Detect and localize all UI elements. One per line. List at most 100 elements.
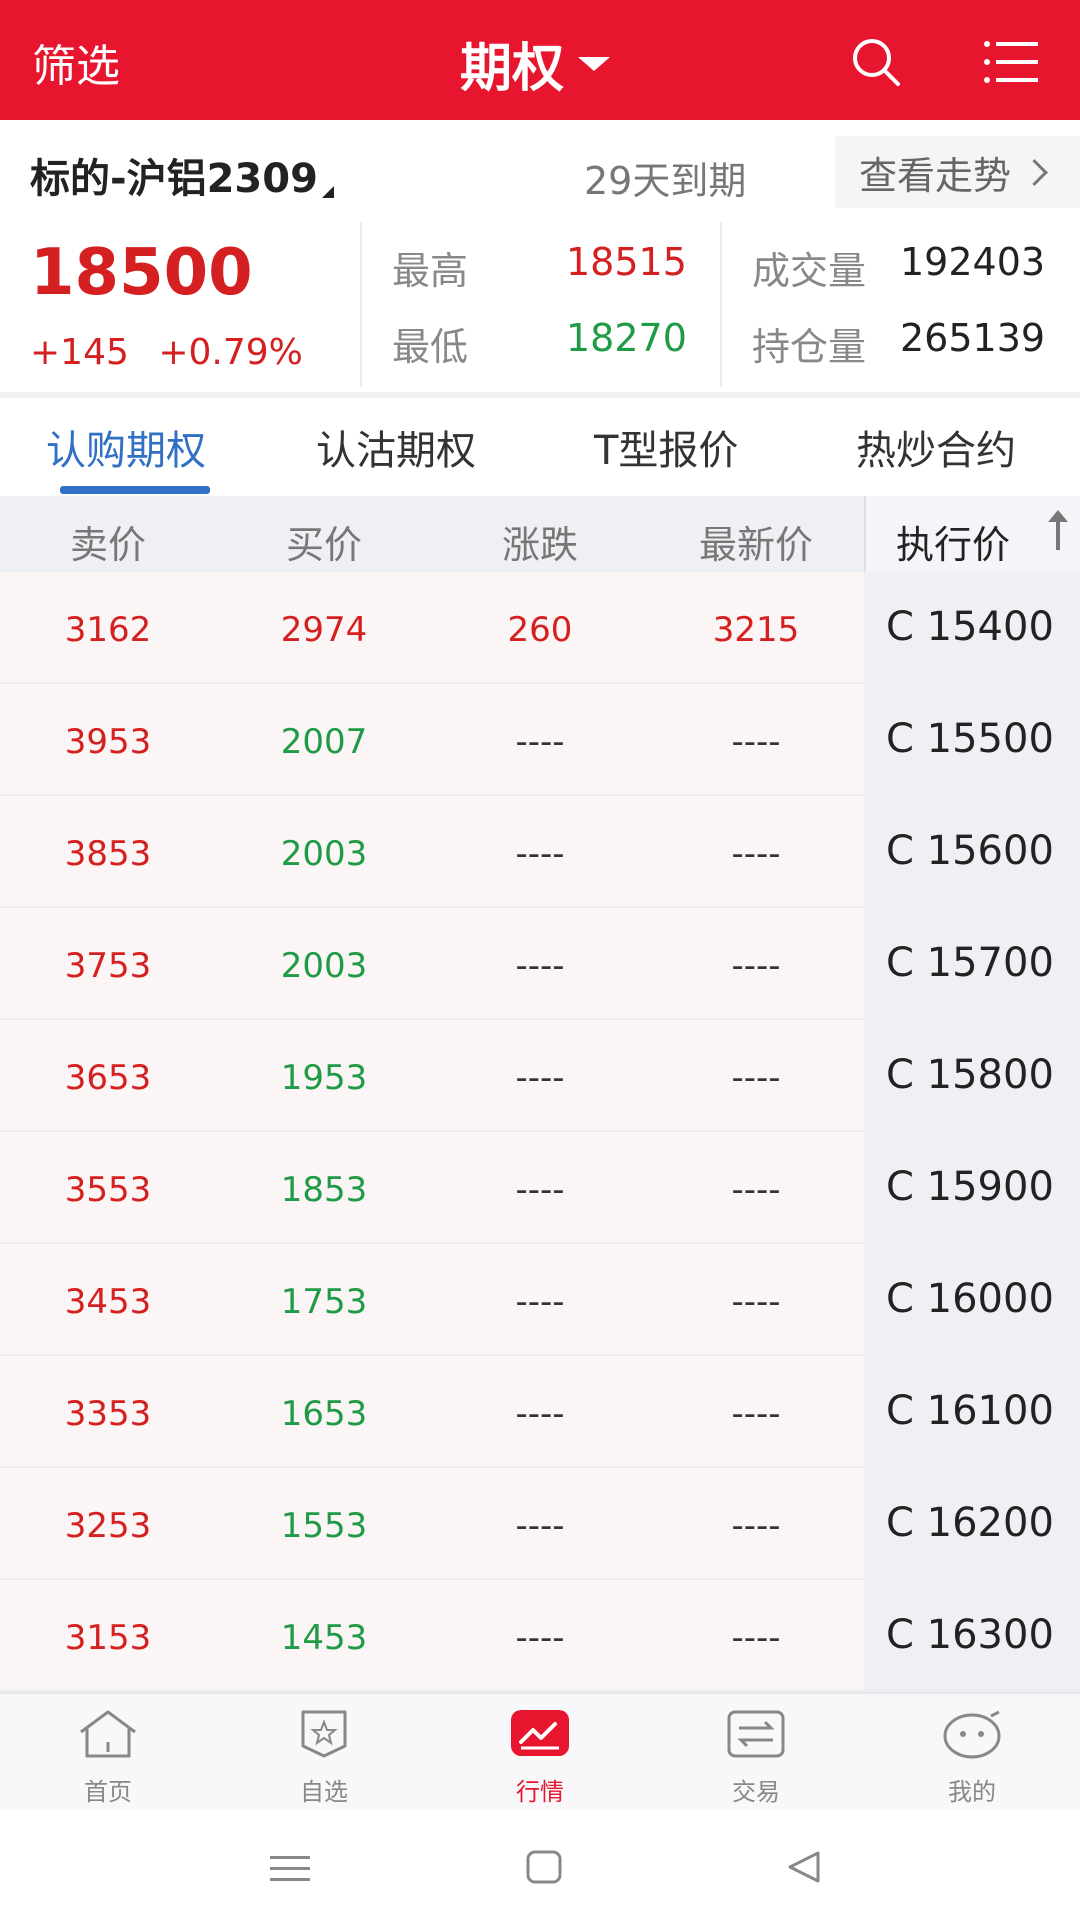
open-interest-label: 持仓量 — [752, 325, 867, 369]
option-tabs: 认购期权 认沽期权 T型报价 热炒合约 — [0, 398, 1080, 496]
table-row[interactable]: 3553 1853 ---- ---- C 15900 — [0, 1132, 1080, 1244]
strike-price-cell: C 15900 — [864, 1132, 1080, 1242]
ask-price-cell: 3853 — [64, 834, 152, 874]
change-cell: ---- — [515, 1618, 565, 1658]
nav-home[interactable]: 首页 — [0, 1708, 216, 1807]
last-price-cell: ---- — [731, 1506, 781, 1546]
nav-watchlist-label: 自选 — [300, 1778, 348, 1806]
change-value: +145 — [30, 332, 129, 373]
volume-value: 192403 — [900, 240, 1046, 284]
nav-profile-label: 我的 — [948, 1778, 996, 1806]
change-cell: ---- — [515, 834, 565, 874]
strike-header-label: 执行价 — [896, 523, 1011, 567]
table-row[interactable]: 3753 2003 ---- ---- C 15700 — [0, 908, 1080, 1020]
tab-call-options[interactable]: 认购期权 — [46, 418, 206, 476]
underlying-selector[interactable]: 标的-沪铝2309 — [30, 146, 334, 204]
open-interest-value: 265139 — [900, 316, 1046, 360]
column-header-ask[interactable]: 卖价 — [0, 514, 216, 569]
ask-price-cell: 3753 — [64, 946, 152, 986]
tab-t-quote[interactable]: T型报价 — [594, 418, 738, 476]
high-label: 最高 — [392, 249, 469, 293]
nav-profile[interactable]: 我的 — [864, 1708, 1080, 1807]
table-row[interactable]: 3653 1953 ---- ---- C 15800 — [0, 1020, 1080, 1132]
menu-icon[interactable] — [984, 40, 1038, 84]
change-cell: ---- — [515, 1058, 565, 1098]
corner-triangle-icon — [321, 186, 334, 198]
profile-face-icon — [943, 1710, 1001, 1759]
bid-price-cell: 1953 — [280, 1058, 368, 1098]
strike-price-cell: C 15700 — [864, 908, 1080, 1018]
table-row[interactable]: 3853 2003 ---- ---- C 15600 — [0, 796, 1080, 908]
volume-label: 成交量 — [752, 249, 867, 293]
recent-apps-icon[interactable] — [270, 1854, 310, 1884]
chevron-right-icon — [1021, 158, 1048, 186]
quote-panel: 18500 +145 +0.79% 最高 18515 最低 18270 成交量 … — [0, 222, 1080, 394]
nav-watchlist[interactable]: 自选 — [216, 1708, 432, 1807]
last-price-cell: ---- — [731, 1394, 781, 1434]
last-price: 18500 — [30, 236, 253, 310]
tab-hot-contracts[interactable]: 热炒合约 — [856, 418, 1016, 476]
table-row[interactable]: 3953 2007 ---- ---- C 15500 — [0, 684, 1080, 796]
column-header-strike[interactable]: 执行价 — [864, 496, 1080, 572]
bid-price-cell: 1553 — [280, 1506, 368, 1546]
market-chart-icon — [511, 1710, 569, 1756]
table-row[interactable]: 3353 1653 ---- ---- C 16100 — [0, 1356, 1080, 1468]
strike-price-cell: C 16200 — [864, 1468, 1080, 1578]
high-value: 18515 — [566, 240, 687, 284]
strike-price-cell: C 16000 — [864, 1244, 1080, 1354]
exchange-icon — [727, 1710, 785, 1758]
bid-price-cell: 1453 — [280, 1618, 368, 1658]
page-title-dropdown[interactable]: 期权 — [460, 26, 611, 101]
strike-price-cell: C 16100 — [864, 1356, 1080, 1466]
bid-price-cell: 1653 — [280, 1394, 368, 1434]
strike-price-cell: C 15600 — [864, 796, 1080, 906]
strike-price-cell: C 16300 — [864, 1580, 1080, 1690]
ask-price-cell: 3553 — [64, 1170, 152, 1210]
sort-ascending-icon — [1048, 510, 1068, 550]
filter-button[interactable]: 筛选 — [32, 30, 120, 94]
bottom-nav: 首页 自选 行情 交易 我的 — [0, 1692, 1080, 1812]
nav-market[interactable]: 行情 — [432, 1708, 648, 1807]
last-price-cell: 3215 — [712, 610, 800, 650]
tab-put-options[interactable]: 认沽期权 — [316, 418, 476, 476]
ask-price-cell: 3453 — [64, 1282, 152, 1322]
low-value: 18270 — [566, 316, 687, 360]
column-header-bid[interactable]: 买价 — [216, 514, 432, 569]
change-percent: +0.79% — [158, 332, 303, 373]
system-nav-bar — [0, 1810, 1080, 1920]
divider — [720, 222, 722, 387]
search-icon[interactable] — [850, 36, 902, 88]
strike-price-cell: C 15500 — [864, 684, 1080, 794]
change-cell: ---- — [515, 1282, 565, 1322]
change-cell: 260 — [507, 610, 573, 650]
ask-price-cell: 3153 — [64, 1618, 152, 1658]
bid-price-cell: 2974 — [280, 610, 368, 650]
last-price-cell: ---- — [731, 1170, 781, 1210]
last-price-cell: ---- — [731, 1618, 781, 1658]
home-icon — [80, 1710, 136, 1758]
strike-price-cell: C 15800 — [864, 1020, 1080, 1130]
table-row[interactable]: 3253 1553 ---- ---- C 16200 — [0, 1468, 1080, 1580]
last-price-cell: ---- — [731, 834, 781, 874]
star-badge-icon — [301, 1710, 347, 1758]
underlying-name: 标的-沪铝2309 — [30, 156, 318, 202]
table-row[interactable]: 3153 1453 ---- ---- C 16300 — [0, 1580, 1080, 1692]
strike-price-cell: C 15400 — [864, 572, 1080, 682]
bid-price-cell: 1853 — [280, 1170, 368, 1210]
nav-trade[interactable]: 交易 — [648, 1708, 864, 1807]
last-price-cell: ---- — [731, 1058, 781, 1098]
last-price-cell: ---- — [731, 946, 781, 986]
table-row[interactable]: 3453 1753 ---- ---- C 16000 — [0, 1244, 1080, 1356]
view-trend-button[interactable]: 查看走势 — [835, 136, 1080, 208]
page-title: 期权 — [460, 39, 565, 99]
divider — [360, 222, 362, 387]
back-icon[interactable] — [786, 1850, 822, 1884]
column-header-last[interactable]: 最新价 — [648, 514, 864, 569]
table-header: 卖价 买价 涨跌 最新价 执行价 — [0, 496, 1080, 574]
tab-active-indicator — [60, 486, 210, 494]
table-row[interactable]: 3162 2974 260 3215 C 15400 — [0, 572, 1080, 684]
change-cell: ---- — [515, 722, 565, 762]
home-button-icon[interactable] — [526, 1850, 562, 1884]
column-header-change[interactable]: 涨跌 — [432, 514, 648, 569]
chevron-down-icon — [578, 56, 611, 71]
